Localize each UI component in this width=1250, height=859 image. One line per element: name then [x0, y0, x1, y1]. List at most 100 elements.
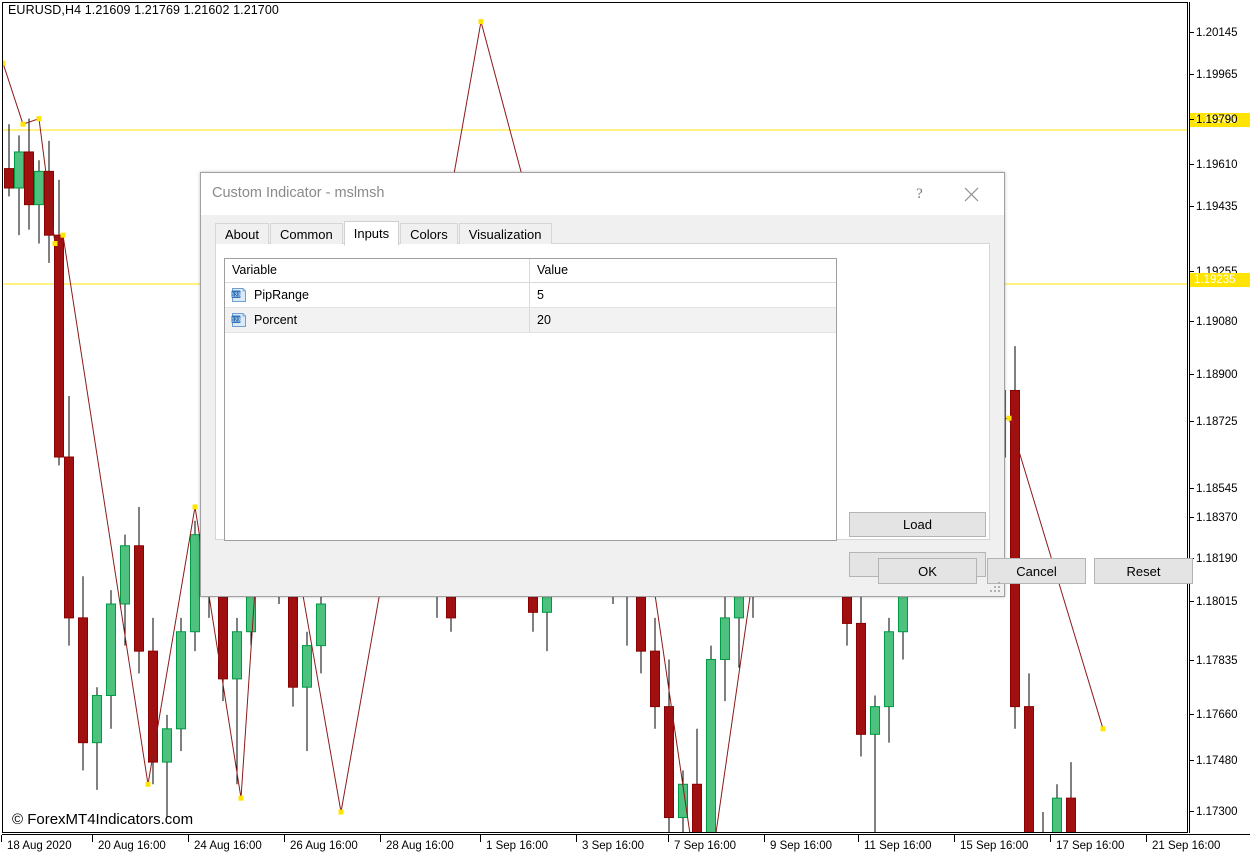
candle-body	[24, 151, 34, 206]
candlestick	[1066, 762, 1076, 832]
candlestick	[1042, 812, 1044, 832]
help-icon[interactable]: ?	[897, 173, 942, 215]
tab-inputs[interactable]: Inputs	[343, 221, 400, 246]
resize-grip[interactable]	[990, 582, 1001, 593]
zigzag-pivot-dot	[478, 19, 484, 25]
candlestick	[92, 687, 102, 790]
price-tick-text: 1.20145	[1196, 27, 1238, 39]
price-tick-mark	[1190, 206, 1194, 208]
zigzag-pivot-dot	[1006, 415, 1012, 421]
svg-text:123: 123	[231, 293, 240, 299]
time-tick-mark	[92, 835, 93, 842]
candle-body	[856, 622, 866, 735]
price-label: 1.17835	[1190, 654, 1250, 668]
chart-watermark: © ForexMT4Indicators.com	[12, 811, 194, 828]
time-tick-mark	[764, 835, 765, 842]
zigzag-pivot-dot	[238, 795, 244, 801]
price-label: 1.19965	[1190, 68, 1250, 82]
cancel-button[interactable]: Cancel	[987, 558, 1086, 584]
parameter-value[interactable]: 20	[530, 308, 836, 332]
time-scale[interactable]: 18 Aug 2020 20 Aug 16:00 24 Aug 16:00 26 Au…	[1, 834, 1250, 859]
candlestick	[1024, 673, 1034, 832]
price-tick-text: 1.17300	[1196, 806, 1238, 818]
time-label: 3 Sep 16:00	[582, 840, 645, 852]
close-icon[interactable]	[949, 173, 994, 215]
grip-dot	[994, 590, 996, 592]
parameters-table[interactable]: Variable Value 123 PipRange 5 123 Porcen…	[224, 258, 837, 541]
candlestick	[856, 584, 866, 757]
tab-about[interactable]: About	[215, 223, 269, 244]
table-row[interactable]: 123 Porcent 20	[225, 308, 836, 333]
mt4-chart-window: EURUSD,H4 1.21609 1.21769 1.21602 1.2170…	[0, 0, 1250, 859]
table-row[interactable]: 123 PipRange 5	[225, 283, 836, 308]
price-tick-text: 1.19610	[1196, 159, 1238, 171]
candlestick	[162, 714, 172, 818]
price-tick-text: 1.17480	[1196, 755, 1238, 767]
price-label: 1.19080	[1190, 315, 1250, 329]
price-tick-text: 1.18370	[1196, 512, 1238, 524]
time-tick-mark	[1050, 835, 1051, 842]
candlestick	[64, 396, 74, 646]
candlestick	[4, 124, 14, 197]
ok-button[interactable]: OK	[878, 558, 977, 584]
close-x-glyph	[964, 187, 979, 201]
price-label: 1.18725	[1190, 415, 1250, 429]
zigzag-pivot-dot	[52, 240, 58, 246]
candle-body	[692, 783, 702, 832]
time-label: 11 Sep 16:00	[864, 840, 932, 852]
zigzag-pivot-dot	[1100, 726, 1106, 732]
candle-body	[54, 234, 64, 458]
time-tick-mark	[380, 835, 381, 842]
price-label: 1.17480	[1190, 754, 1250, 768]
dialog-body: About Common Inputs Colors Visualization…	[201, 215, 1193, 596]
price-label-highlight: 1.19235	[1190, 273, 1250, 287]
time-label: 1 Sep 16:00	[486, 840, 549, 852]
candlestick	[148, 617, 158, 785]
candle-body	[134, 545, 144, 652]
candle-body	[44, 170, 54, 236]
price-scale[interactable]: 1.20145 1.19965 1.19805 1.19790 1.19610 1.194…	[1189, 2, 1250, 833]
time-tick-mark	[188, 835, 189, 842]
candlestick	[1052, 784, 1062, 832]
price-tick-mark	[1190, 488, 1194, 490]
tab-visualization[interactable]: Visualization	[458, 223, 552, 244]
candlestick	[24, 118, 34, 230]
numeric-variable-icon: 123	[231, 313, 246, 327]
custom-indicator-dialog[interactable]: Custom Indicator - mslmsh ? About Common…	[200, 172, 1193, 597]
column-header-value: Value	[537, 263, 569, 277]
svg-text:123: 123	[231, 318, 240, 324]
zigzag-pivot-dot	[3, 60, 6, 66]
parameter-name-cell[interactable]: 123 PipRange	[225, 283, 530, 307]
candle-body	[176, 631, 186, 730]
price-label: 1.18190	[1190, 552, 1250, 566]
inputs-tab-panel: Variable Value 123 PipRange 5 123 Porcen…	[215, 243, 990, 541]
price-tick-text: 1.18900	[1196, 369, 1238, 381]
price-tick-mark	[1190, 714, 1194, 716]
candle-body	[1066, 797, 1076, 832]
price-tick-mark	[1190, 164, 1194, 166]
parameters-table-header: Variable Value	[225, 259, 836, 283]
load-button[interactable]: Load	[849, 512, 986, 537]
tab-colors[interactable]: Colors	[400, 223, 458, 244]
candlestick	[54, 179, 64, 466]
column-header-variable: Variable	[225, 259, 530, 282]
price-label: 1.18545	[1190, 482, 1250, 496]
tab-common[interactable]: Common	[269, 223, 343, 244]
dialog-titlebar[interactable]: Custom Indicator - mslmsh ?	[201, 173, 1004, 216]
time-tick-mark	[858, 835, 859, 842]
price-tick-text: 1.18190	[1196, 553, 1238, 565]
parameter-value[interactable]: 5	[530, 283, 836, 307]
candlestick	[44, 140, 54, 263]
price-tick-mark	[1190, 811, 1194, 813]
candlestick	[316, 584, 326, 674]
price-label: 1.19790	[1190, 113, 1250, 127]
time-label: 17 Sep 16:00	[1056, 840, 1125, 852]
time-label: 15 Sep 16:00	[960, 840, 1029, 852]
time-label: 21 Sep 16:00	[1152, 840, 1221, 852]
price-tick-mark	[1190, 601, 1194, 603]
price-tick-mark	[1190, 660, 1194, 662]
candlestick	[1010, 346, 1020, 729]
parameter-name-cell[interactable]: 123 Porcent	[225, 308, 530, 332]
price-tick-mark	[1190, 517, 1194, 519]
reset-button[interactable]: Reset	[1094, 558, 1193, 584]
